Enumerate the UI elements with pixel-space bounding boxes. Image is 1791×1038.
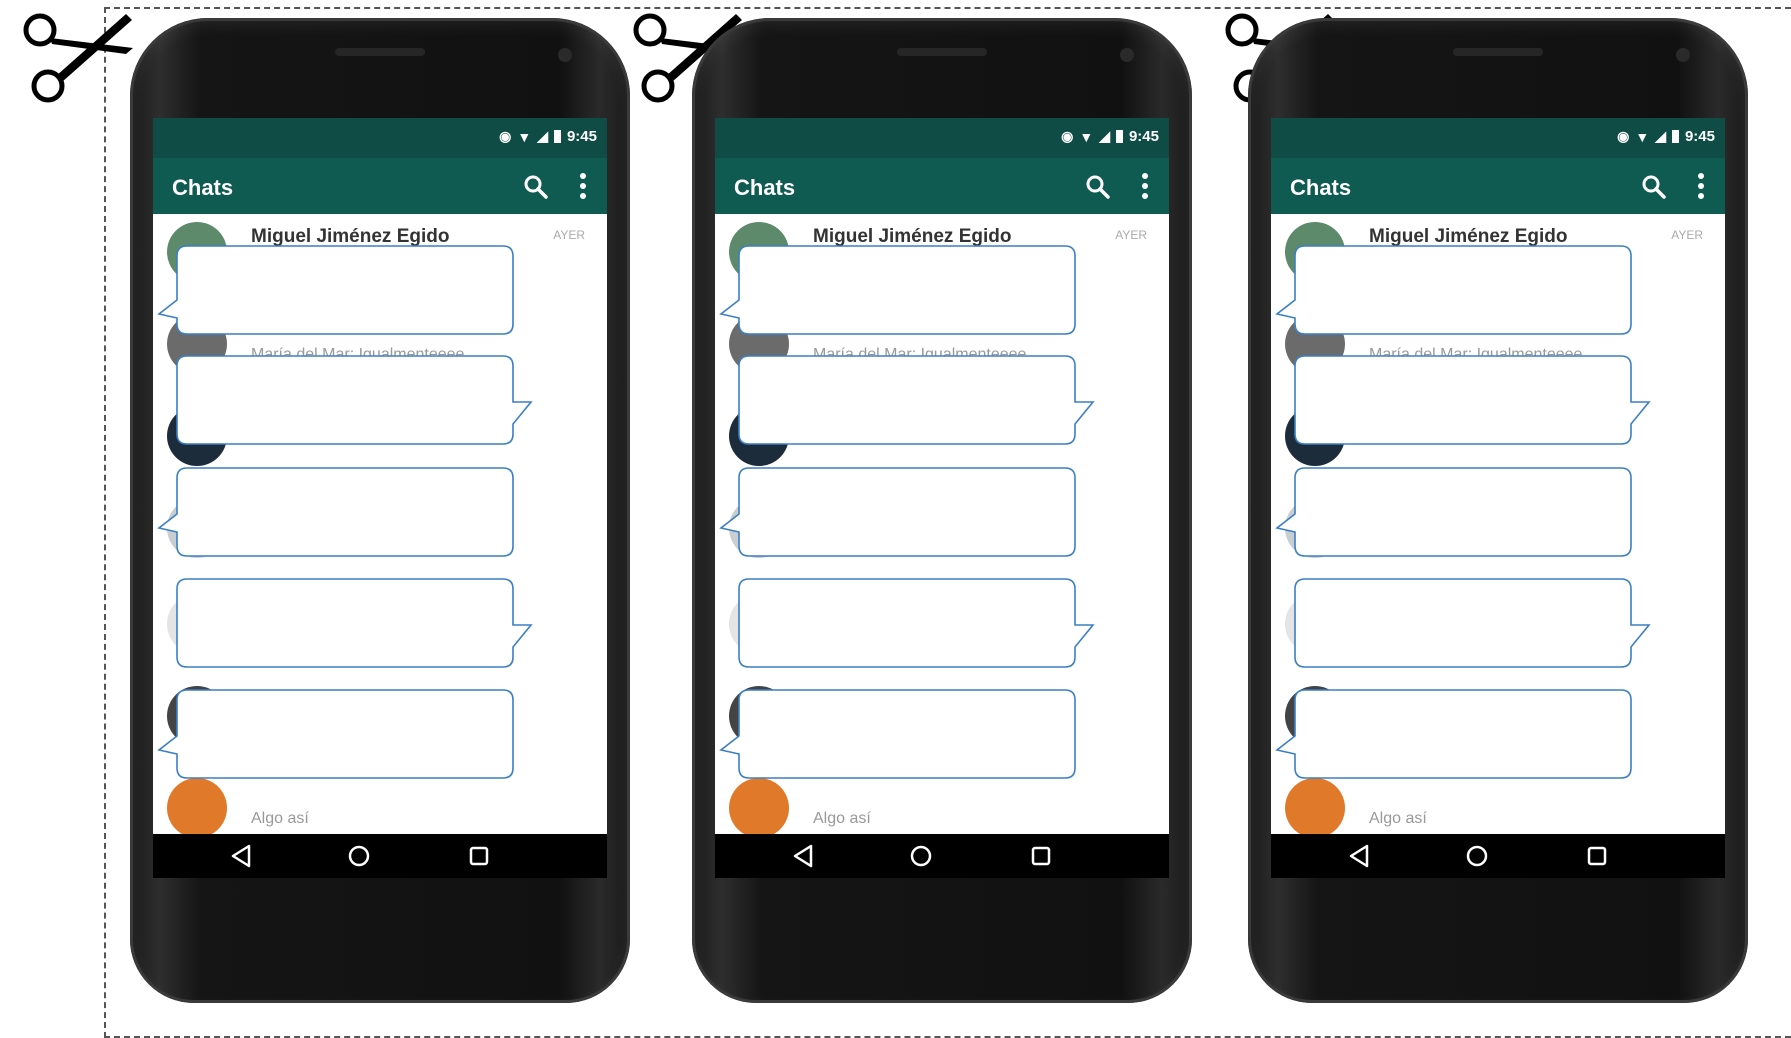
home-icon[interactable] (907, 842, 935, 870)
status-icons: ◉ ▼ ◢ 9:45 (1061, 128, 1159, 145)
status-time: 9:45 (1128, 128, 1159, 145)
app-bar: Chats (715, 158, 1169, 214)
blank-speech-bubble (1271, 466, 1651, 563)
navigation-bar (153, 834, 607, 878)
battery-icon (1115, 130, 1123, 143)
recent-apps-icon[interactable] (465, 842, 493, 870)
blank-speech-bubble (715, 354, 1095, 451)
status-bar: ◉ ▼ ◢ 9:45 (715, 118, 1169, 158)
more-options-icon[interactable] (579, 172, 587, 200)
chat-message-preview: Algo así (1369, 810, 1427, 827)
chat-timestamp: AYER (1115, 228, 1147, 242)
blank-speech-bubble (1271, 688, 1651, 785)
wifi-icon: ▼ (1635, 128, 1650, 145)
blank-speech-bubble (715, 688, 1095, 785)
search-icon[interactable] (523, 174, 549, 200)
app-title: Chats (734, 175, 796, 200)
blank-speech-bubble (1271, 577, 1651, 674)
status-time: 9:45 (1684, 128, 1715, 145)
app-bar: Chats (1271, 158, 1725, 214)
signal-icon: ◢ (1099, 128, 1110, 144)
chat-message-preview: Algo así (813, 810, 871, 827)
app-bar: Chats (153, 158, 607, 214)
recent-apps-icon[interactable] (1583, 842, 1611, 870)
battery-icon (553, 130, 561, 143)
more-options-icon[interactable] (1141, 172, 1149, 200)
phone-mockup: ◉ ▼ ◢ 9:45 Chats Miguel Jiménez Egido AYER M… (1248, 18, 1748, 1003)
vibrate-icon: ◉ (1061, 128, 1074, 144)
status-bar: ◉ ▼ ◢ 9:45 (153, 118, 607, 158)
navigation-bar (715, 834, 1169, 878)
phone-speaker (1453, 48, 1543, 56)
contact-avatar (167, 778, 227, 838)
status-time: 9:45 (566, 128, 597, 145)
phone-camera (1676, 48, 1690, 62)
status-bar: ◉ ▼ ◢ 9:45 (1271, 118, 1725, 158)
phone-mockup: ◉ ▼ ◢ 9:45 Chats Miguel Jiménez Egido AYER M… (692, 18, 1192, 1003)
navigation-bar (1271, 834, 1725, 878)
contact-avatar (729, 778, 789, 838)
blank-speech-bubble (153, 688, 533, 785)
back-icon[interactable] (227, 842, 255, 870)
chat-timestamp: AYER (553, 228, 585, 242)
search-icon[interactable] (1641, 174, 1667, 200)
wifi-icon: ▼ (517, 128, 532, 145)
phone-mockup: ◉ ▼ ◢ 9:45 Chats Miguel Jiménez Egido AYER M… (130, 18, 630, 1003)
phone-camera (558, 48, 572, 62)
back-icon[interactable] (1345, 842, 1373, 870)
blank-speech-bubble (153, 466, 533, 563)
recent-apps-icon[interactable] (1027, 842, 1055, 870)
signal-icon: ◢ (537, 128, 548, 144)
app-title: Chats (1290, 175, 1352, 200)
blank-speech-bubble (715, 244, 1095, 341)
blank-speech-bubble (1271, 244, 1651, 341)
vibrate-icon: ◉ (499, 128, 512, 144)
more-options-icon[interactable] (1697, 172, 1705, 200)
blank-speech-bubble (153, 577, 533, 674)
back-icon[interactable] (789, 842, 817, 870)
blank-speech-bubble (153, 354, 533, 451)
phone-speaker (335, 48, 425, 56)
blank-speech-bubble (1271, 354, 1651, 451)
chat-message-preview: Algo así (251, 810, 309, 827)
chat-timestamp: AYER (1671, 228, 1703, 242)
home-icon[interactable] (1463, 842, 1491, 870)
phone-speaker (897, 48, 987, 56)
battery-icon (1671, 130, 1679, 143)
status-icons: ◉ ▼ ◢ 9:45 (1617, 128, 1715, 145)
phone-camera (1120, 48, 1134, 62)
blank-speech-bubble (715, 577, 1095, 674)
contact-avatar (1285, 778, 1345, 838)
status-icons: ◉ ▼ ◢ 9:45 (499, 128, 597, 145)
phone-screen: ◉ ▼ ◢ 9:45 Chats Miguel Jiménez Egido AYER M… (715, 118, 1169, 878)
phone-screen: ◉ ▼ ◢ 9:45 Chats Miguel Jiménez Egido AYER M… (153, 118, 607, 878)
home-icon[interactable] (345, 842, 373, 870)
wifi-icon: ▼ (1079, 128, 1094, 145)
phone-screen: ◉ ▼ ◢ 9:45 Chats Miguel Jiménez Egido AYER M… (1271, 118, 1725, 878)
signal-icon: ◢ (1655, 128, 1666, 144)
app-title: Chats (172, 175, 234, 200)
blank-speech-bubble (153, 244, 533, 341)
blank-speech-bubble (715, 466, 1095, 563)
vibrate-icon: ◉ (1617, 128, 1630, 144)
scissors-icon (8, 0, 138, 110)
search-icon[interactable] (1085, 174, 1111, 200)
